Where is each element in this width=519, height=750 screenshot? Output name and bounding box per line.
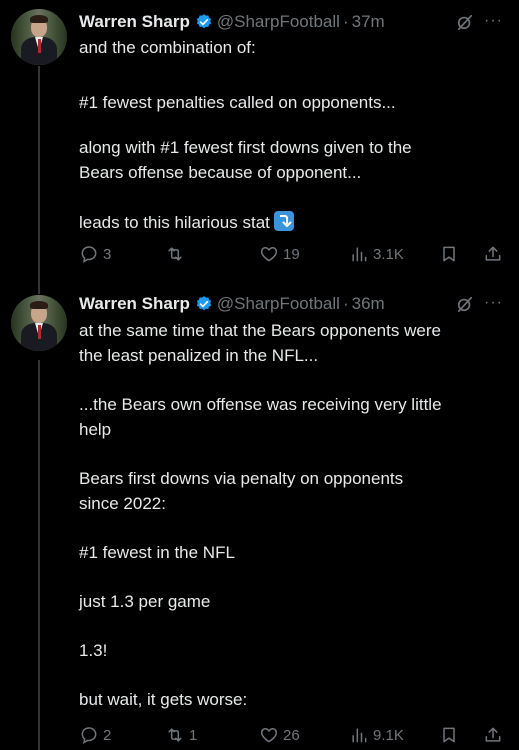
grok-icon[interactable] bbox=[456, 13, 474, 31]
tweet-actions: 2 1 26 9.1K bbox=[79, 722, 509, 748]
like-button[interactable]: 26 bbox=[259, 722, 300, 748]
views-button[interactable]: 3.1K bbox=[349, 241, 404, 267]
tweet-text-line: 1.3! bbox=[79, 641, 108, 660]
views-icon bbox=[352, 247, 367, 262]
author-name[interactable]: Warren Sharp bbox=[79, 294, 190, 314]
tweet-text: leads to this hilarious stat bbox=[79, 213, 270, 232]
author-name[interactable]: Warren Sharp bbox=[79, 12, 190, 32]
more-icon[interactable]: ··· bbox=[484, 293, 504, 313]
share-icon bbox=[485, 246, 501, 261]
timestamp[interactable]: 37m bbox=[352, 12, 385, 32]
like-count: 19 bbox=[283, 245, 300, 263]
tweet-text-line: and the combination of: bbox=[79, 38, 256, 57]
tweet-text-line: along with #1 fewest first downs given t… bbox=[79, 138, 412, 157]
bookmark-button[interactable] bbox=[439, 722, 459, 748]
author-handle[interactable]: @SharpFootball bbox=[217, 294, 340, 314]
heart-icon bbox=[260, 728, 278, 743]
tweet-text-line: the least penalized in the NFL... bbox=[79, 346, 319, 365]
tweet-text-line: #1 fewest in the NFL bbox=[79, 543, 235, 562]
more-icon[interactable]: ··· bbox=[484, 11, 504, 31]
views-button[interactable]: 9.1K bbox=[349, 722, 404, 748]
tweet-text-line: just 1.3 per game bbox=[79, 592, 211, 611]
heart-icon bbox=[260, 247, 278, 262]
tweet-2[interactable]: Warren Sharp @SharpFootball · 36m ··· at… bbox=[0, 286, 519, 750]
verified-badge-icon bbox=[196, 296, 211, 311]
reply-icon bbox=[81, 727, 97, 744]
reply-count: 3 bbox=[103, 245, 112, 263]
verified-badge-icon bbox=[196, 14, 211, 29]
like-button[interactable]: 19 bbox=[259, 241, 300, 267]
bookmark-button[interactable] bbox=[439, 241, 459, 267]
like-count: 26 bbox=[283, 726, 300, 744]
tweet-text-line: Bears first downs via penalty on opponen… bbox=[79, 469, 404, 488]
avatar[interactable] bbox=[11, 9, 67, 65]
reply-button[interactable]: 3 bbox=[79, 241, 111, 267]
tweet-text-line: at the same time that the Bears opponent… bbox=[79, 321, 441, 340]
grok-icon[interactable] bbox=[456, 295, 474, 313]
tweet-text-line: help bbox=[79, 420, 112, 439]
views-count: 9.1K bbox=[373, 726, 404, 744]
bookmark-icon bbox=[443, 246, 455, 262]
repost-icon bbox=[168, 728, 182, 742]
repost-button[interactable] bbox=[165, 241, 189, 267]
tweet-text-line: #1 fewest penalties called on opponents.… bbox=[79, 93, 396, 112]
reply-button[interactable]: 2 bbox=[79, 722, 111, 748]
tweet-text-line-with-emoji: leads to this hilarious stat bbox=[79, 211, 294, 234]
views-count: 3.1K bbox=[373, 245, 404, 263]
tweet-header: Warren Sharp @SharpFootball · 36m bbox=[79, 292, 385, 316]
author-handle[interactable]: @SharpFootball bbox=[217, 12, 340, 32]
share-button[interactable] bbox=[483, 722, 503, 748]
tweet-text-line: since 2022: bbox=[79, 494, 166, 513]
views-icon bbox=[352, 728, 367, 743]
tweet-header: Warren Sharp @SharpFootball · 37m bbox=[79, 10, 385, 34]
tweet-actions: 3 19 3.1K bbox=[79, 241, 509, 267]
separator-dot: · bbox=[342, 12, 349, 31]
tweet-1[interactable]: Warren Sharp @SharpFootball · 37m ··· an… bbox=[0, 0, 519, 280]
tweet-text-line: Bears offense because of opponent... bbox=[79, 163, 362, 182]
share-button[interactable] bbox=[483, 241, 503, 267]
tweet-text-line: ...the Bears own offense was receiving v… bbox=[79, 395, 442, 414]
arrow-down-emoji-icon bbox=[273, 211, 294, 231]
avatar[interactable] bbox=[11, 295, 67, 351]
tweet-text-line: but wait, it gets worse: bbox=[79, 690, 248, 709]
timestamp[interactable]: 36m bbox=[352, 294, 385, 314]
bookmark-icon bbox=[443, 727, 455, 743]
share-icon bbox=[485, 727, 501, 742]
reply-icon bbox=[81, 246, 97, 263]
reply-count: 2 bbox=[103, 726, 112, 744]
repost-count: 1 bbox=[189, 726, 198, 744]
repost-button[interactable]: 1 bbox=[165, 722, 197, 748]
repost-icon bbox=[168, 247, 182, 261]
separator-dot: · bbox=[342, 294, 349, 313]
